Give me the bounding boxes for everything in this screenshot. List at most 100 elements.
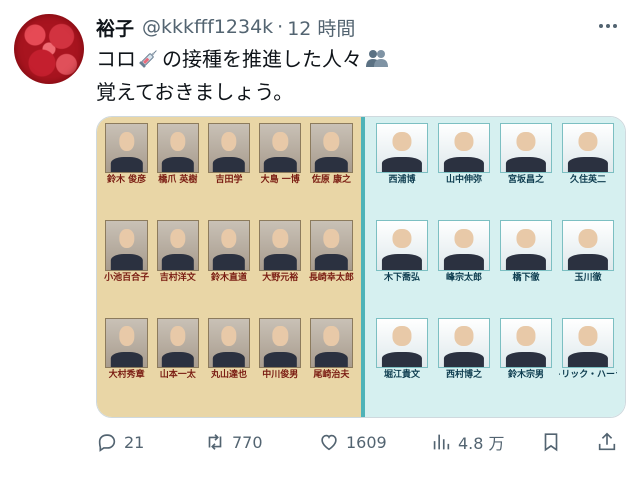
portrait-photo: [310, 220, 353, 271]
portrait-photo: [499, 220, 553, 271]
bookmark-button[interactable]: [540, 431, 562, 453]
portrait-caption: 丸山達也: [210, 370, 247, 381]
portrait-cell: 丸山達也: [205, 317, 252, 411]
portrait-cell: 尾崎治夫: [308, 317, 355, 411]
people-icon: [364, 47, 390, 77]
portrait-photo: [258, 123, 302, 174]
retweet-icon: [208, 434, 222, 450]
portrait-caption: 中川俊男: [262, 370, 299, 381]
portrait-caption: 久住英二: [569, 175, 606, 186]
portrait-cell: 久住英二: [559, 123, 617, 216]
portrait-cell: 大島 一博: [257, 123, 304, 216]
portrait-photo: [310, 123, 353, 174]
portrait-caption: 山本一太: [159, 370, 196, 381]
portrait-caption: 山中伸弥: [445, 175, 482, 186]
tweet-text-part2: の接種を推進した人々: [162, 47, 362, 71]
portrait-caption: 宮坂昌之: [507, 175, 544, 186]
retweet-count: 770: [232, 432, 263, 452]
media-left-panel: 鈴木 俊彦 橋爪 英樹 吉田学 大島 一博 佐原 康之小池百合子 吉村洋文 鈴木直道 大野元裕…: [97, 117, 361, 417]
views-icon: [433, 434, 450, 450]
reply-count: 21: [124, 432, 145, 452]
portrait-cell: 橋下徹: [497, 220, 555, 313]
portrait-caption: 西浦博: [388, 175, 416, 186]
author-handle[interactable]: @kkkfff1234k: [142, 16, 273, 38]
portrait-caption: 長崎幸太郎: [308, 272, 354, 283]
portrait-photo: [499, 123, 553, 174]
portrait-photo: [156, 220, 200, 271]
portrait-caption: 大村秀章: [108, 370, 145, 381]
portrait-cell: 宮坂昌之: [497, 123, 555, 216]
heart-icon: [321, 434, 337, 451]
share-button[interactable]: [596, 431, 618, 453]
tweet-media-image[interactable]: 鈴木 俊彦 橋爪 英樹 吉田学 大島 一博 佐原 康之小池百合子 吉村洋文 鈴木直道 大野元裕…: [96, 116, 626, 418]
portrait-photo: [437, 220, 491, 271]
portrait-cell: 大野元裕: [257, 220, 304, 313]
portrait-photo: [561, 220, 615, 271]
views-button[interactable]: 4.8 万: [430, 430, 505, 454]
timestamp[interactable]: 12 時間: [287, 14, 355, 41]
action-bar: 21 770 1609 4.8 万: [96, 428, 624, 456]
portrait-caption: 鈴木 俊彦: [107, 175, 147, 186]
tweet-line-2: 覚えておきましょう。: [96, 80, 294, 104]
retweet-button[interactable]: 770: [204, 431, 263, 453]
tweet-line-1: コロ の接種を推進した人々: [96, 44, 624, 77]
portrait-cell: 小池百合子: [103, 220, 150, 313]
portrait-caption: 大島 一博: [260, 175, 300, 186]
portrait-cell: 橋爪 英樹: [154, 123, 201, 216]
portrait-cell: 木下喬弘: [373, 220, 431, 313]
portrait-caption: 佐原 康之: [311, 175, 351, 186]
portrait-caption: 尾崎治夫: [313, 370, 350, 381]
portrait-cell: 鈴木直道: [205, 220, 252, 313]
portrait-caption: 鈴木宗男: [507, 370, 544, 381]
portrait-cell: 大村秀章: [103, 317, 150, 411]
portrait-cell: 西浦博: [373, 123, 431, 216]
left-portrait-grid: 鈴木 俊彦 橋爪 英樹 吉田学 大島 一博 佐原 康之小池百合子 吉村洋文 鈴木直道 大野元裕…: [103, 123, 355, 411]
portrait-caption: 吉村洋文: [159, 272, 196, 283]
portrait-cell: 玉川徹: [559, 220, 617, 313]
portrait-caption: 峰宗太郎: [445, 272, 482, 283]
portrait-cell: 吉田学: [205, 123, 252, 216]
portrait-photo: [105, 220, 148, 271]
portrait-photo: [375, 123, 429, 174]
portrait-photo: [105, 317, 148, 369]
portrait-photo: [156, 317, 200, 369]
portrait-cell: 西村博之: [435, 317, 493, 411]
portrait-photo: [437, 123, 491, 174]
author-name[interactable]: 裕子: [96, 14, 134, 41]
portrait-caption: 木下喬弘: [383, 272, 420, 283]
like-button[interactable]: 1609: [318, 431, 387, 453]
portrait-caption: 西村博之: [445, 370, 482, 381]
view-count: 4.8 万: [458, 434, 505, 453]
portrait-caption: 玉川徹: [574, 272, 602, 283]
portrait-photo: [310, 317, 353, 369]
portrait-cell: パトリック・ハーラン: [559, 317, 617, 411]
portrait-cell: 鈴木 俊彦: [103, 123, 150, 216]
portrait-cell: 山中伸弥: [435, 123, 493, 216]
portrait-cell: 長崎幸太郎: [308, 220, 355, 313]
portrait-photo: [375, 220, 429, 271]
portrait-caption: 鈴木直道: [210, 272, 247, 283]
tweet-header: 裕子 @kkkfff1234k · 12 時間: [96, 14, 624, 40]
portrait-cell: 堀江貴文: [373, 317, 431, 411]
reply-button[interactable]: 21: [96, 431, 144, 453]
portrait-caption: 橋下徹: [512, 272, 540, 283]
separator: ·: [277, 16, 284, 38]
syringe-icon: [138, 47, 160, 77]
portrait-cell: 佐原 康之: [308, 123, 355, 216]
portrait-photo: [207, 220, 251, 271]
portrait-caption: 橋爪 英樹: [158, 175, 198, 186]
portrait-photo: [207, 123, 251, 174]
portrait-cell: 中川俊男: [257, 317, 304, 411]
portrait-photo: [561, 317, 615, 369]
avatar[interactable]: [14, 14, 84, 84]
tweet-text-part1: コロ: [96, 47, 136, 71]
more-icon[interactable]: [596, 14, 620, 38]
portrait-caption: 大野元裕: [262, 272, 299, 283]
portrait-photo: [499, 317, 553, 369]
right-portrait-grid: 西浦博 山中伸弥 宮坂昌之 久住英二木下喬弘 峰宗太郎 橋下徹 玉川徹堀江貴文 西村博之 鈴木宗…: [373, 123, 617, 411]
portrait-photo: [437, 317, 491, 369]
like-count: 1609: [346, 432, 387, 452]
portrait-photo: [105, 123, 148, 174]
portrait-photo: [156, 123, 200, 174]
portrait-cell: 鈴木宗男: [497, 317, 555, 411]
